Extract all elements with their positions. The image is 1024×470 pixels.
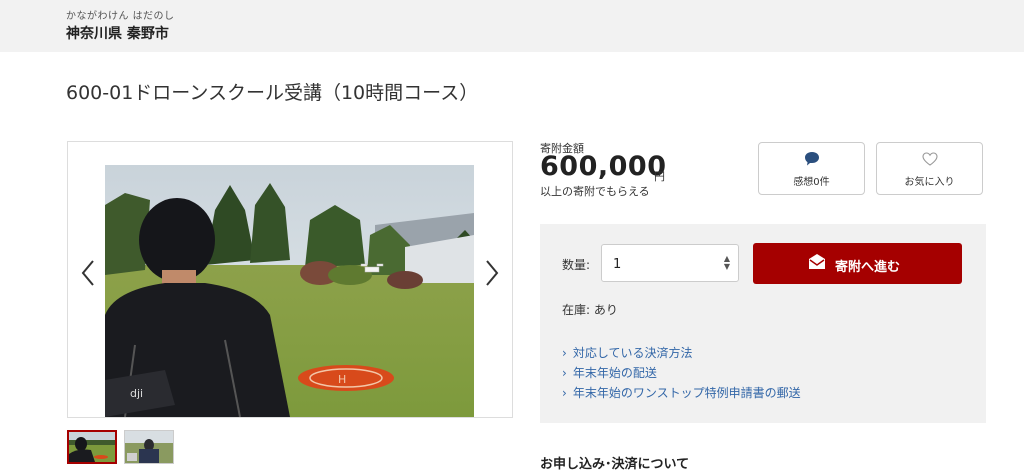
amount-note: 以上の寄附でもらえる bbox=[540, 185, 650, 198]
envelope-icon bbox=[809, 254, 825, 269]
apply-payment-heading: お申し込み･決済について bbox=[540, 457, 690, 470]
quantity-select[interactable]: 1 ▲ ▼ bbox=[601, 244, 739, 282]
donate-button[interactable]: 寄附へ進む bbox=[753, 243, 962, 284]
svg-text:dji: dji bbox=[130, 387, 143, 400]
quantity-value: 1 bbox=[613, 257, 622, 272]
stock-status: 在庫: あり bbox=[562, 303, 618, 317]
item-title: 600-01ドローンスクール受講（10時間コース） bbox=[66, 82, 479, 104]
donate-button-label: 寄附へ進む bbox=[835, 260, 901, 275]
link-one-stop-mailing[interactable]: › 年末年始のワンストップ特例申請書の郵送 bbox=[562, 384, 801, 404]
amount-value: 600,000 bbox=[540, 151, 667, 182]
heart-icon bbox=[921, 152, 938, 166]
chevron-right-icon: › bbox=[562, 386, 567, 400]
region-header: かながわけん はだのし 神奈川県 秦野市 bbox=[0, 0, 1024, 52]
order-panel: 数量: 1 ▲ ▼ 寄附へ進む 在庫: あり › 対応している決済方法 › 年末年始の… bbox=[540, 224, 986, 423]
link-new-year-delivery[interactable]: › 年末年始の配送 bbox=[562, 364, 801, 384]
amount-unit: 円 bbox=[654, 170, 665, 183]
favorite-label: お気に入り bbox=[904, 177, 955, 188]
review-count-label: 感想0件 bbox=[793, 177, 830, 188]
chevron-right-icon[interactable] bbox=[482, 258, 502, 288]
region-kana: かながわけん はだのし bbox=[66, 11, 175, 22]
select-caret-icon: ▲ ▼ bbox=[723, 254, 730, 271]
chevron-right-icon: › bbox=[562, 366, 567, 380]
chevron-left-icon[interactable] bbox=[78, 258, 98, 288]
link-payment-methods[interactable]: › 対応している決済方法 bbox=[562, 344, 801, 364]
region-name[interactable]: 神奈川県 秦野市 bbox=[66, 23, 169, 43]
review-button[interactable]: 感想0件 bbox=[758, 142, 865, 195]
drone-flight-field-photo: H dji bbox=[105, 165, 474, 417]
image-gallery: H dji bbox=[67, 141, 513, 418]
quantity-label: 数量: bbox=[562, 258, 591, 272]
favorite-button[interactable]: お気に入り bbox=[876, 142, 983, 195]
drone-field-thumbnail[interactable] bbox=[67, 430, 117, 464]
svg-text:H: H bbox=[338, 373, 346, 386]
drone-pilot-thumbnail[interactable] bbox=[124, 430, 174, 464]
chevron-right-icon: › bbox=[562, 346, 567, 360]
info-links: › 対応している決済方法 › 年末年始の配送 › 年末年始のワンストップ特例申請書の郵… bbox=[562, 344, 801, 404]
speech-bubble-icon bbox=[804, 152, 819, 166]
